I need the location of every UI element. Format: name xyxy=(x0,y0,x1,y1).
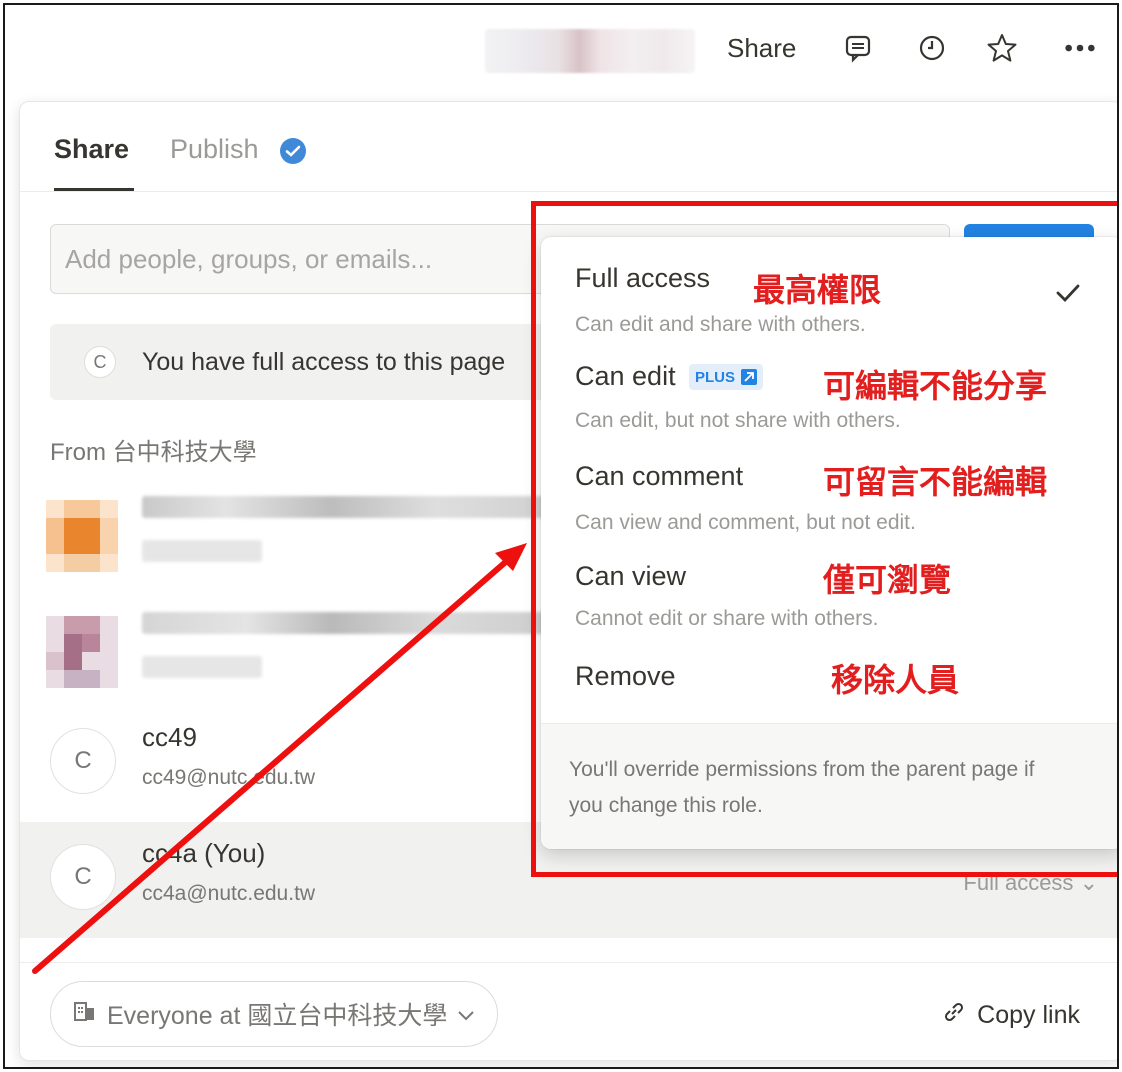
copy-link-button[interactable]: Copy link xyxy=(941,999,1080,1032)
building-icon xyxy=(73,999,97,1030)
access-banner-text: You have full access to this page xyxy=(142,348,506,376)
star-icon[interactable] xyxy=(985,31,1019,65)
menu-item-can-comment[interactable]: Can comment 可留言不能編輯 Can view and comment… xyxy=(541,461,1117,551)
menu-item-desc: Cannot edit or share with others. xyxy=(575,607,879,630)
checkmark-icon xyxy=(1055,283,1081,308)
avatar xyxy=(46,500,118,572)
chevron-down-icon xyxy=(457,1000,475,1029)
annotation-label: 移除人員 xyxy=(831,661,960,699)
annotation-label: 最高權限 xyxy=(753,271,882,309)
workspace-section-label: From 台中科技大學 xyxy=(50,439,257,466)
menu-item-title: Remove xyxy=(575,661,676,691)
menu-item-remove[interactable]: Remove 移除人員 xyxy=(541,661,1117,711)
more-dots-icon[interactable] xyxy=(1063,31,1097,65)
blurred-name xyxy=(142,612,562,634)
avatar: C xyxy=(50,844,116,910)
collaborator-avatars xyxy=(485,29,695,73)
menu-footer: You'll override permissions from the par… xyxy=(541,723,1117,849)
plus-badge-label: PLUS xyxy=(695,368,736,386)
member-email: cc49@nutc.edu.tw xyxy=(142,766,316,789)
avatar: C xyxy=(50,728,116,794)
chevron-down-icon: ⌄ xyxy=(1079,870,1098,895)
dialog-footer: Everyone at 國立台中科技大學 Copy link xyxy=(20,962,1117,1060)
active-tab-indicator xyxy=(54,188,134,191)
top-bar: Share xyxy=(5,5,1117,97)
blurred-name xyxy=(142,496,562,518)
screenshot-frame: Share Share Publish C You have full acce… xyxy=(3,3,1119,1069)
tab-share[interactable]: Share xyxy=(54,134,129,165)
comment-icon[interactable] xyxy=(841,31,875,65)
blurred-email xyxy=(142,540,262,562)
role-menu: Full access 最高權限 Can edit and share with… xyxy=(541,237,1117,849)
tab-publish[interactable]: Publish xyxy=(170,134,259,165)
role-label: Full access xyxy=(963,870,1074,895)
menu-item-title: Can edit xyxy=(575,361,676,391)
copy-link-label: Copy link xyxy=(977,1001,1080,1029)
history-clock-icon[interactable] xyxy=(915,31,949,65)
dialog-tabs: Share Publish xyxy=(20,102,1117,192)
role-dropdown[interactable]: Full access ⌄ xyxy=(963,870,1098,896)
share-button[interactable]: Share xyxy=(727,33,796,64)
menu-item-can-edit[interactable]: Can edit PLUS 可編輯不能分享 Can edit, but not … xyxy=(541,361,1117,451)
menu-item-full-access[interactable]: Full access 最高權限 Can edit and share with… xyxy=(541,263,1117,353)
avatar xyxy=(46,616,118,688)
menu-item-desc: Can view and comment, but not edit. xyxy=(575,511,916,534)
blurred-email xyxy=(142,656,262,678)
link-icon xyxy=(941,999,967,1032)
general-access-label: Everyone at 國立台中科技大學 xyxy=(107,1002,448,1030)
menu-item-title: Can comment xyxy=(575,461,744,491)
verified-check-icon xyxy=(280,138,306,164)
annotation-label: 可留言不能編輯 xyxy=(823,463,1048,501)
plus-badge: PLUS xyxy=(689,364,764,390)
member-name: cc4a (You) xyxy=(142,838,266,868)
menu-item-desc: Can edit and share with others. xyxy=(575,313,866,336)
member-email: cc4a@nutc.edu.tw xyxy=(142,882,316,905)
annotation-label: 僅可瀏覽 xyxy=(823,561,952,599)
menu-item-title: Full access xyxy=(575,263,711,293)
menu-item-can-view[interactable]: Can view 僅可瀏覽 Cannot edit or share with … xyxy=(541,561,1117,651)
annotation-label: 可編輯不能分享 xyxy=(823,367,1048,405)
override-permissions-note: You'll override permissions from the par… xyxy=(569,758,1035,817)
avatar: C xyxy=(84,346,116,378)
menu-item-title: Can view xyxy=(575,561,687,591)
general-access-button[interactable]: Everyone at 國立台中科技大學 xyxy=(50,981,499,1047)
upgrade-arrow-icon xyxy=(741,369,758,385)
member-name: cc49 xyxy=(142,722,197,752)
menu-item-desc: Can edit, but not share with others. xyxy=(575,409,901,432)
